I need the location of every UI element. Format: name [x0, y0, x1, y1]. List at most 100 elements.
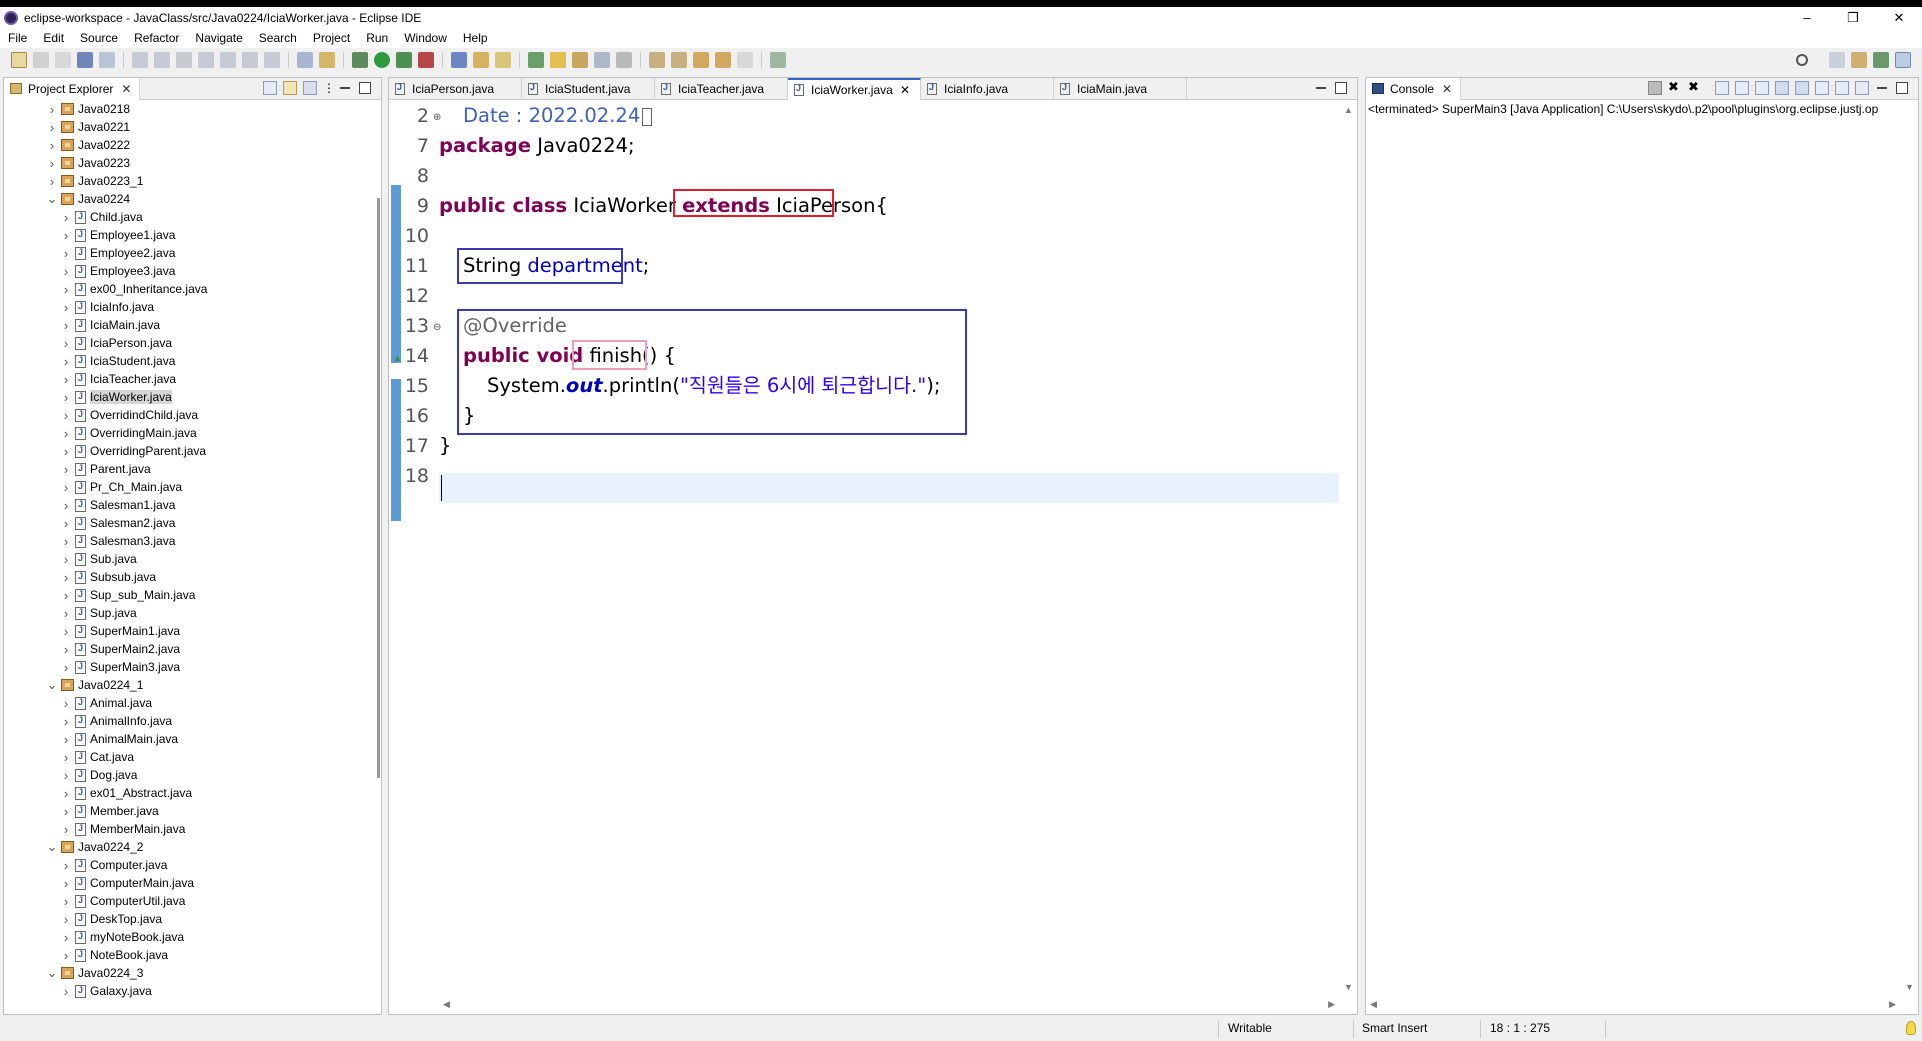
scroll-down-icon[interactable]: ▼	[1344, 982, 1353, 992]
tree-file-item[interactable]: › Salesman3.java	[4, 532, 367, 550]
tree-file-item[interactable]: › Salesman2.java	[4, 514, 367, 532]
editor-tab[interactable]: IciaInfo.java	[921, 78, 1054, 100]
chevron-right-icon[interactable]: ›	[46, 102, 58, 117]
coverage-icon[interactable]	[319, 52, 335, 68]
tab-project-explorer[interactable]: Project Explorer ✕	[4, 77, 141, 100]
search-icon[interactable]	[550, 52, 566, 68]
toggle-block-selection-icon[interactable]	[594, 52, 610, 68]
chevron-right-icon[interactable]: ›	[60, 588, 72, 603]
resume-icon[interactable]	[132, 52, 148, 68]
chevron-right-icon[interactable]: ›	[60, 372, 72, 387]
forward-icon[interactable]	[737, 52, 753, 68]
chevron-right-icon[interactable]: ›	[60, 354, 72, 369]
status-insert-mode[interactable]: Smart Insert	[1362, 1021, 1427, 1035]
chevron-right-icon[interactable]: ›	[60, 912, 72, 927]
tree-package-item[interactable]: › Java0218	[4, 100, 367, 118]
terminate-icon[interactable]	[1648, 81, 1662, 95]
save-icon[interactable]	[33, 52, 49, 68]
minimize-button[interactable]: –	[1784, 7, 1830, 28]
tree-file-item[interactable]: › ex00_Inheritance.java	[4, 280, 367, 298]
show-whitespace-icon[interactable]	[616, 52, 632, 68]
tab-console[interactable]: Console ✕	[1366, 77, 1462, 100]
save-all-icon[interactable]	[55, 52, 71, 68]
run-coverage-icon[interactable]	[396, 52, 412, 68]
menu-search[interactable]: Search	[251, 31, 305, 45]
scroll-left-icon[interactable]: ◀	[443, 999, 450, 1010]
chevron-right-icon[interactable]: ›	[60, 606, 72, 621]
link-with-editor-icon[interactable]	[283, 81, 297, 95]
chevron-right-icon[interactable]: ›	[60, 498, 72, 513]
editor-vertical-scrollbar[interactable]: ▲ ▼	[1339, 101, 1357, 996]
chevron-right-icon[interactable]: ›	[60, 318, 72, 333]
chevron-right-icon[interactable]: ›	[60, 480, 72, 495]
tree-file-item[interactable]: › SuperMain1.java	[4, 622, 367, 640]
chevron-right-icon[interactable]: ›	[60, 534, 72, 549]
open-task-icon[interactable]	[572, 52, 588, 68]
minimize-view-icon[interactable]	[340, 87, 350, 89]
tree-package-item[interactable]: ⌄ Java0224	[4, 190, 367, 208]
chevron-right-icon[interactable]: ›	[60, 336, 72, 351]
tree-file-item[interactable]: › Member.java	[4, 802, 367, 820]
filter-icon[interactable]	[303, 81, 317, 95]
chevron-right-icon[interactable]: ›	[60, 390, 72, 405]
tree-file-item[interactable]: › SuperMain3.java	[4, 658, 367, 676]
close-icon[interactable]: ✕	[121, 82, 131, 96]
step-return-icon[interactable]	[264, 52, 280, 68]
chevron-right-icon[interactable]: ›	[60, 948, 72, 963]
tree-scrollbar[interactable]	[377, 198, 380, 778]
scroll-up-icon[interactable]: ▲	[1344, 105, 1353, 115]
chevron-right-icon[interactable]: ›	[60, 462, 72, 477]
disconnect-icon[interactable]	[198, 52, 214, 68]
chevron-right-icon[interactable]: ›	[60, 930, 72, 945]
chevron-right-icon[interactable]: ›	[60, 696, 72, 711]
restore-button[interactable]: ❐	[1830, 7, 1876, 28]
editor-horizontal-scrollbar[interactable]: ◀ ▶	[439, 996, 1339, 1014]
tip-lightbulb-icon[interactable]	[1906, 1021, 1916, 1035]
tree-file-item[interactable]: › Salesman1.java	[4, 496, 367, 514]
tree-package-item[interactable]: ⌄ Java0224_3	[4, 964, 367, 982]
tree-file-item[interactable]: › Pr_Ch_Main.java	[4, 478, 367, 496]
console-vertical-scrollbar[interactable]: ▼	[1900, 100, 1918, 996]
editor-tab[interactable]: IciaStudent.java	[522, 78, 655, 100]
chevron-right-icon[interactable]: ›	[60, 426, 72, 441]
clear-console-icon[interactable]	[1715, 81, 1729, 95]
chevron-down-icon[interactable]: ⌄	[46, 839, 58, 855]
tree-file-item[interactable]: › Animal.java	[4, 694, 367, 712]
tree-file-item[interactable]: › IciaStudent.java	[4, 352, 367, 370]
tree-file-item[interactable]: › Employee3.java	[4, 262, 367, 280]
open-console-icon[interactable]	[77, 52, 93, 68]
editor-tab[interactable]: IciaTeacher.java	[655, 78, 788, 100]
menu-edit[interactable]: Edit	[35, 31, 72, 45]
tree-file-item[interactable]: › ComputerUtil.java	[4, 892, 367, 910]
tree-file-item[interactable]: › OverridingParent.java	[4, 442, 367, 460]
external-tools-icon[interactable]	[418, 52, 434, 68]
tree-file-item[interactable]: › Computer.java	[4, 856, 367, 874]
tree-file-item[interactable]: › Sub.java	[4, 550, 367, 568]
chevron-right-icon[interactable]: ›	[60, 552, 72, 567]
scroll-right-icon[interactable]: ▶	[1328, 999, 1335, 1010]
back-icon[interactable]	[715, 52, 731, 68]
chevron-right-icon[interactable]: ›	[60, 300, 72, 315]
chevron-right-icon[interactable]: ›	[60, 516, 72, 531]
chevron-right-icon[interactable]: ›	[60, 984, 72, 999]
open-type-icon[interactable]	[528, 52, 544, 68]
editor-tab[interactable]: IciaWorker.java ✕	[788, 78, 921, 100]
scroll-right-icon[interactable]: ▶	[1889, 999, 1896, 1010]
chevron-right-icon[interactable]: ›	[60, 732, 72, 747]
close-window-button[interactable]: ✕	[1876, 7, 1922, 28]
scroll-down-icon[interactable]: ▼	[1905, 982, 1914, 992]
menu-source[interactable]: Source	[72, 31, 126, 45]
scroll-left-icon[interactable]: ◀	[1370, 999, 1377, 1010]
show-on-error-icon[interactable]	[1795, 81, 1809, 95]
chevron-right-icon[interactable]: ›	[46, 120, 58, 135]
tree-package-item[interactable]: › Java0223	[4, 154, 367, 172]
tree-file-item[interactable]: › Employee1.java	[4, 226, 367, 244]
debug-perspective-icon[interactable]	[1873, 52, 1889, 68]
tree-package-item[interactable]: › Java0223_1	[4, 172, 367, 190]
chevron-right-icon[interactable]: ›	[60, 408, 72, 423]
chevron-right-icon[interactable]: ›	[60, 228, 72, 243]
chevron-right-icon[interactable]: ›	[60, 714, 72, 729]
chevron-right-icon[interactable]: ›	[60, 768, 72, 783]
menu-file[interactable]: File	[0, 31, 35, 45]
menu-window[interactable]: Window	[396, 31, 455, 45]
